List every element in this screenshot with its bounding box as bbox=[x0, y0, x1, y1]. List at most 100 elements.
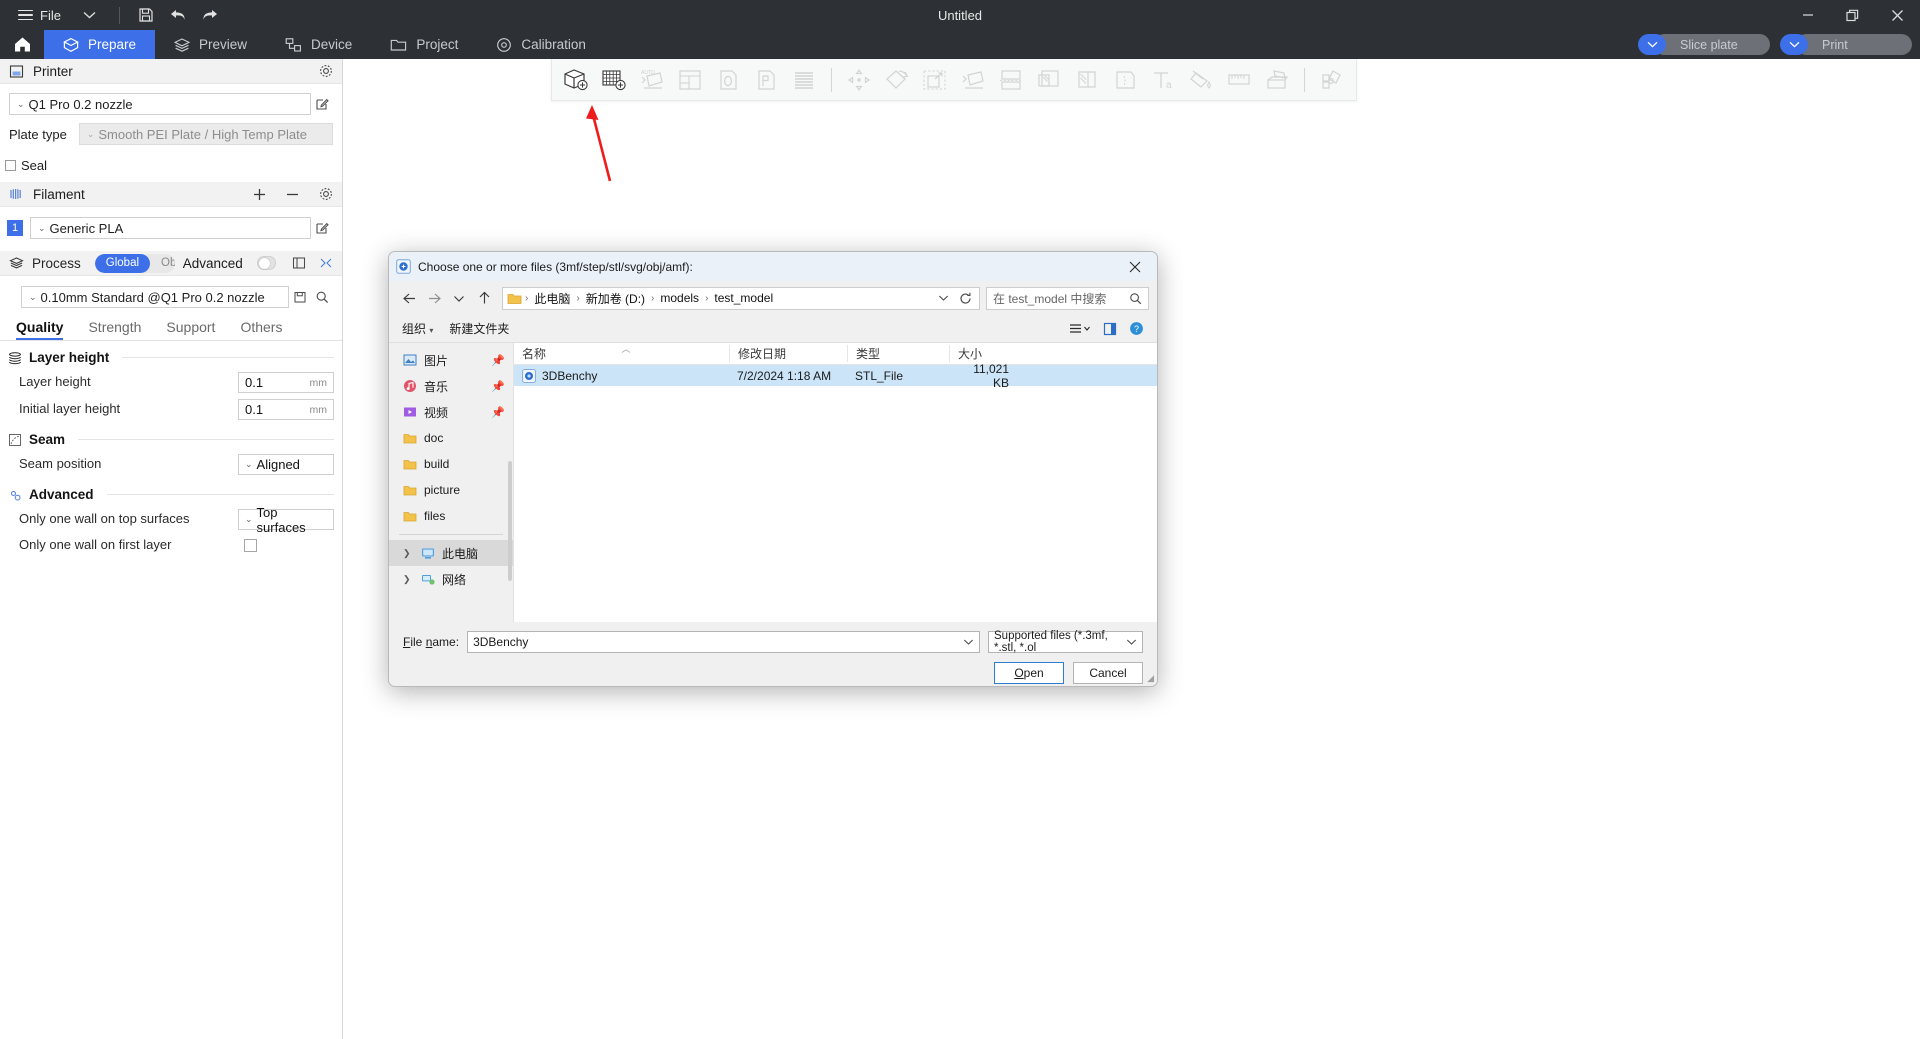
breadcrumb-item-3[interactable]: test_model bbox=[711, 291, 776, 305]
breadcrumb[interactable]: › 此电脑 › 新加卷 (D:) › models › test_model bbox=[502, 287, 980, 310]
tab-quality[interactable]: Quality bbox=[16, 319, 63, 340]
tree-item-build[interactable]: build bbox=[389, 451, 513, 477]
column-header-date[interactable]: 修改日期 bbox=[729, 345, 847, 362]
cancel-button[interactable]: Cancel bbox=[1073, 662, 1143, 684]
chevron-down-icon[interactable] bbox=[963, 638, 974, 646]
chevron-down-icon[interactable] bbox=[938, 294, 949, 302]
preset-save-icon[interactable] bbox=[289, 290, 311, 304]
toolbar-divider bbox=[119, 7, 120, 24]
file-menu-dropdown[interactable] bbox=[71, 0, 108, 30]
forward-icon[interactable] bbox=[422, 286, 446, 310]
tab-preview[interactable]: Preview bbox=[155, 30, 266, 59]
process-list-view-icon[interactable] bbox=[292, 256, 306, 270]
search-input[interactable]: 在 test_model 中搜索 bbox=[986, 287, 1149, 310]
tab-others[interactable]: Others bbox=[240, 319, 282, 340]
scope-global[interactable]: Global bbox=[95, 254, 150, 273]
seal-checkbox-group[interactable]: Seal bbox=[2, 154, 50, 176]
column-header-size[interactable]: 大小 bbox=[949, 345, 1017, 362]
tree-item-doc[interactable]: doc bbox=[389, 425, 513, 451]
up-icon[interactable] bbox=[472, 286, 496, 310]
initial-layer-height-input[interactable]: 0.1 mm bbox=[238, 399, 334, 420]
breadcrumb-item-2[interactable]: models bbox=[657, 291, 702, 305]
tab-calibration[interactable]: Calibration bbox=[477, 30, 605, 59]
title-bar: File Untitled bbox=[0, 0, 1920, 30]
tree-item-this-pc[interactable]: ❯ 此电脑 bbox=[389, 540, 513, 566]
preview-pane-icon[interactable] bbox=[1103, 322, 1117, 336]
open-button[interactable]: Open bbox=[994, 662, 1064, 684]
process-preset-select[interactable]: ⌄ 0.10mm Standard @Q1 Pro 0.2 nozzle bbox=[21, 286, 289, 308]
seal-checkbox[interactable] bbox=[5, 160, 16, 171]
file-size-cell: 11,021 KB bbox=[949, 362, 1017, 390]
tree-item-music[interactable]: 音乐 📌 bbox=[389, 373, 513, 399]
process-compare-icon[interactable] bbox=[319, 256, 333, 270]
restore-icon[interactable] bbox=[1830, 0, 1875, 30]
tab-prepare[interactable]: Prepare bbox=[44, 30, 155, 59]
home-icon[interactable] bbox=[0, 30, 44, 59]
layer-height-input[interactable]: 0.1 mm bbox=[238, 372, 334, 393]
tree-item-network[interactable]: ❯ 网络 bbox=[389, 566, 513, 592]
column-header-type[interactable]: 类型 bbox=[847, 345, 949, 362]
group-advanced-title: Advanced bbox=[29, 487, 94, 502]
edit-printer-icon[interactable] bbox=[311, 97, 333, 111]
one-wall-top-select[interactable]: ⌄ Top surfaces bbox=[238, 509, 334, 530]
preset-search-icon[interactable] bbox=[311, 290, 333, 304]
seam-position-select[interactable]: ⌄ Aligned bbox=[238, 454, 334, 475]
printer-gear-icon[interactable] bbox=[319, 64, 333, 78]
new-folder-button[interactable]: 新建文件夹 bbox=[449, 320, 509, 337]
breadcrumb-item-0[interactable]: 此电脑 bbox=[531, 290, 573, 307]
tab-project[interactable]: Project bbox=[371, 30, 477, 59]
view-list-icon[interactable] bbox=[1069, 322, 1091, 335]
dialog-close-icon[interactable] bbox=[1120, 254, 1150, 280]
measure-icon bbox=[1221, 62, 1257, 98]
print-button[interactable]: Print bbox=[1796, 34, 1912, 55]
print-dropdown[interactable] bbox=[1780, 34, 1808, 55]
tab-strength[interactable]: Strength bbox=[88, 319, 141, 340]
tab-support[interactable]: Support bbox=[166, 319, 215, 340]
chevron-right-icon[interactable]: ❯ bbox=[403, 574, 414, 585]
help-icon[interactable]: ? bbox=[1129, 321, 1144, 336]
column-header-name[interactable]: ︿ 名称 bbox=[514, 345, 729, 362]
tree-item-pictures[interactable]: 图片 📌 bbox=[389, 347, 513, 373]
slice-plate-dropdown[interactable] bbox=[1638, 34, 1666, 55]
one-wall-first-layer-checkbox[interactable] bbox=[244, 539, 257, 552]
tree-scrollbar[interactable] bbox=[508, 461, 512, 581]
tree-item-picture[interactable]: picture bbox=[389, 477, 513, 503]
edit-filament-icon[interactable] bbox=[311, 221, 333, 235]
file-type-filter-select[interactable]: Supported files (*.3mf, *.stl, *.ol bbox=[988, 631, 1143, 653]
add-plate-icon[interactable] bbox=[596, 62, 632, 98]
dialog-navigation-tree[interactable]: 图片 📌 音乐 📌 视频 📌 bbox=[389, 343, 514, 622]
undo-icon[interactable] bbox=[163, 0, 193, 30]
one-wall-first-layer-wrap bbox=[238, 539, 334, 552]
tree-item-label: 此电脑 bbox=[442, 545, 478, 562]
plate-type-select[interactable]: ⌄ Smooth PEI Plate / High Temp Plate bbox=[79, 123, 333, 145]
filament-remove-icon[interactable] bbox=[285, 187, 300, 202]
redo-icon[interactable] bbox=[195, 0, 225, 30]
save-icon[interactable] bbox=[131, 0, 161, 30]
tab-device[interactable]: Device bbox=[266, 30, 371, 59]
breadcrumb-item-1[interactable]: 新加卷 (D:) bbox=[583, 290, 648, 307]
slice-plate-button[interactable]: Slice plate bbox=[1654, 34, 1770, 55]
scope-objects[interactable]: Objects bbox=[150, 254, 175, 273]
recent-dropdown-icon[interactable] bbox=[447, 286, 471, 310]
tree-item-videos[interactable]: 视频 📌 bbox=[389, 399, 513, 425]
table-row[interactable]: 3DBenchy 7/2/2024 1:18 AM STL_File 11,02… bbox=[514, 365, 1157, 386]
pin-icon: 📌 bbox=[491, 354, 505, 367]
advanced-toggle-switch[interactable] bbox=[257, 256, 276, 270]
filename-input[interactable]: 3DBenchy bbox=[467, 631, 980, 653]
close-icon[interactable] bbox=[1875, 0, 1920, 30]
process-scope-toggle[interactable]: Global Objects bbox=[95, 254, 175, 273]
filament-gear-icon[interactable] bbox=[319, 187, 333, 201]
file-menu-button[interactable]: File bbox=[10, 0, 69, 30]
dialog-resize-grip[interactable]: ◢ bbox=[1147, 673, 1154, 684]
printer-model-select[interactable]: ⌄ Q1 Pro 0.2 nozzle bbox=[9, 93, 311, 115]
chevron-right-icon[interactable]: ❯ bbox=[403, 548, 414, 559]
tree-item-files[interactable]: files bbox=[389, 503, 513, 529]
minimize-icon[interactable] bbox=[1785, 0, 1830, 30]
organize-button[interactable]: 组织 ▾ bbox=[402, 320, 433, 337]
filament-add-icon[interactable] bbox=[252, 187, 267, 202]
refresh-icon[interactable] bbox=[959, 292, 972, 305]
back-icon[interactable] bbox=[397, 286, 421, 310]
filament-select[interactable]: ⌄ Generic PLA bbox=[30, 217, 311, 239]
add-object-icon[interactable] bbox=[558, 62, 594, 98]
action-buttons: Slice plate Print bbox=[1638, 30, 1912, 59]
